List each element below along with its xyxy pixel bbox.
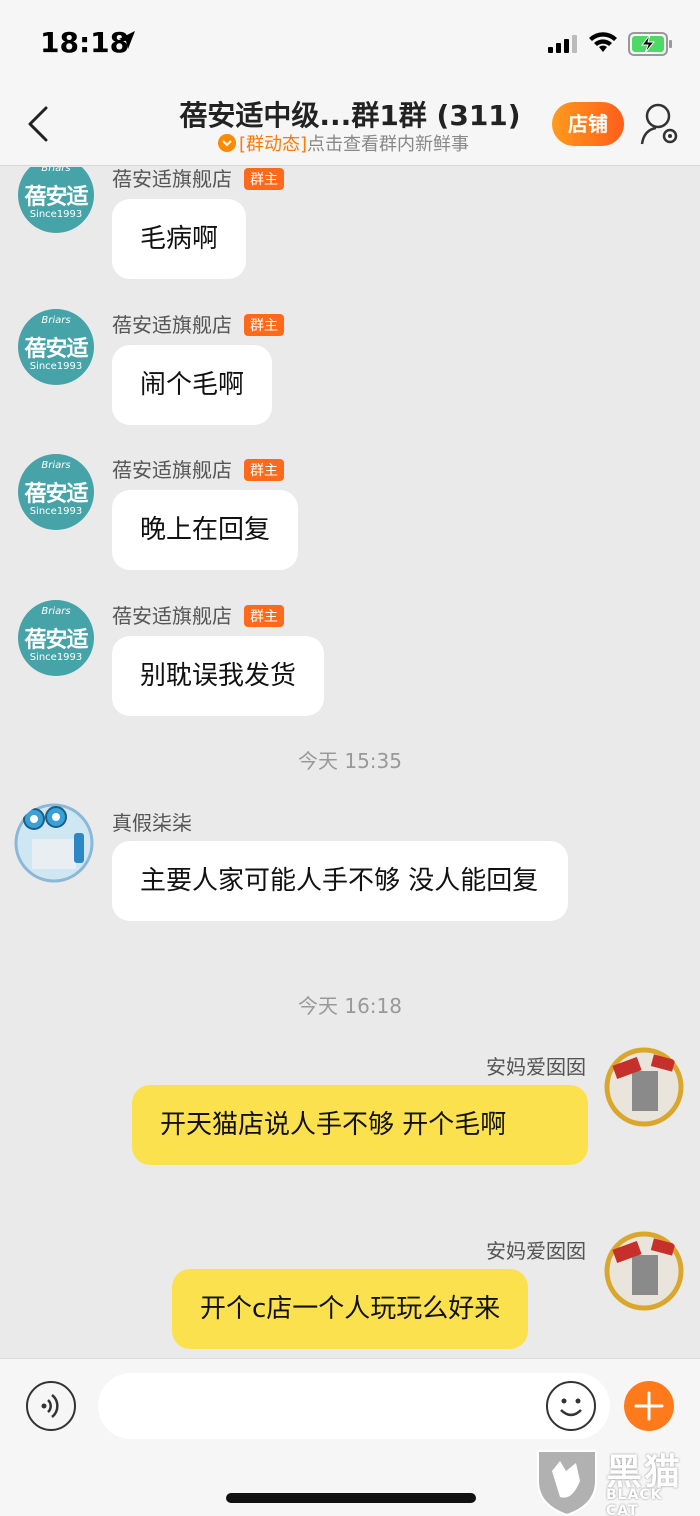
group-activity-tag: [群动态]	[239, 134, 308, 155]
black-cat-logo-icon	[537, 1450, 597, 1516]
group-activity-text: 点击查看群内新鲜事	[307, 134, 470, 155]
message-bubble[interactable]: 别耽误我发货	[112, 636, 325, 716]
avatar-since: Since1993	[29, 209, 83, 220]
home-indicator	[226, 1493, 476, 1503]
sender-label: 蓓安适旗舰店	[112, 313, 232, 337]
avatar-brand: 蓓安适	[24, 627, 88, 653]
input-bar: 黑猫 BLACK CAT	[0, 1358, 700, 1516]
smiley-icon	[560, 1398, 582, 1417]
store-avatar[interactable]: Briars 蓓安适 Since1993	[18, 167, 94, 233]
store-button[interactable]: 店铺	[552, 102, 624, 146]
group-settings-icon[interactable]	[640, 102, 680, 146]
sender-name: 蓓安适旗舰店 群主	[112, 454, 284, 483]
user-avatar[interactable]	[14, 803, 94, 883]
message-bubble[interactable]: 毛病啊	[112, 199, 247, 279]
message-bubble[interactable]: 主要人家可能人手不够 没人能回复	[112, 841, 568, 921]
sender-name: 蓓安适旗舰店 群主	[112, 167, 284, 192]
cellular-signal-icon	[548, 35, 577, 53]
my-avatar[interactable]	[604, 1047, 684, 1127]
battery-charging-icon	[628, 32, 672, 56]
message-bubble[interactable]: 闹个毛啊	[112, 345, 273, 425]
back-chevron-icon[interactable]	[22, 104, 54, 144]
timestamp: 今天 15:35	[298, 749, 402, 773]
sender-name: 蓓安适旗舰店 群主	[112, 600, 284, 629]
sender-label: 蓓安适旗舰店	[112, 604, 232, 628]
avatar-brand-en: Briars	[41, 167, 71, 174]
sender-name: 蓓安适旗舰店 群主	[112, 309, 284, 338]
sender-name: 安妈爱囡囡	[486, 1055, 586, 1079]
avatar-brand: 蓓安适	[24, 481, 88, 507]
owner-badge: 群主	[244, 168, 284, 190]
emoji-button[interactable]	[546, 1381, 596, 1431]
my-avatar[interactable]	[604, 1231, 684, 1311]
owner-badge: 群主	[244, 605, 284, 627]
my-message-bubble[interactable]: 开天猫店说人手不够 开个毛啊	[132, 1085, 588, 1165]
chat-area[interactable]: Briars 蓓安适 Since1993 蓓安适旗舰店 群主 毛病啊 Briars…	[0, 167, 700, 1357]
chevron-down-icon	[218, 134, 236, 152]
more-actions-button[interactable]	[624, 1381, 674, 1431]
my-message-bubble[interactable]: 开个c店一个人玩玩么好来	[172, 1269, 529, 1349]
voice-input-button[interactable]	[26, 1381, 76, 1431]
avatar-brand-en: Briars	[41, 606, 71, 617]
sender-name: 真假柒柒	[112, 811, 192, 835]
voice-icon	[41, 1394, 59, 1418]
store-avatar[interactable]: Briars 蓓安适 Since1993	[18, 454, 94, 530]
sender-name: 安妈爱囡囡	[486, 1239, 586, 1263]
avatar-brand: 蓓安适	[24, 184, 88, 210]
avatar-brand-en: Briars	[41, 315, 71, 326]
status-time: 18:18	[40, 26, 130, 59]
wifi-icon	[589, 32, 617, 52]
status-bar: 18:18	[0, 0, 700, 86]
store-avatar[interactable]: Briars 蓓安适 Since1993	[18, 600, 94, 676]
owner-badge: 群主	[244, 459, 284, 481]
store-avatar[interactable]: Briars 蓓安适 Since1993	[18, 309, 94, 385]
avatar-brand-en: Briars	[41, 460, 71, 471]
group-activity-link[interactable]: [群动态] 点击查看群内新鲜事	[218, 130, 469, 156]
sender-label: 蓓安适旗舰店	[112, 167, 232, 191]
black-cat-watermark: 黑猫 BLACK CAT	[532, 1441, 700, 1516]
avatar-since: Since1993	[29, 361, 83, 372]
timestamp: 今天 16:18	[298, 994, 402, 1018]
message-bubble[interactable]: 晚上在回复	[112, 490, 299, 570]
avatar-since: Since1993	[29, 506, 83, 517]
group-title[interactable]: 蓓安适中级...群1群 (311)	[90, 94, 610, 134]
avatar-brand: 蓓安适	[24, 336, 88, 362]
location-arrow-icon	[119, 31, 135, 49]
owner-badge: 群主	[244, 314, 284, 336]
sender-label: 蓓安适旗舰店	[112, 458, 232, 482]
avatar-since: Since1993	[29, 652, 83, 663]
plus-icon	[634, 1391, 664, 1421]
nav-bar: 蓓安适中级...群1群 (311) [群动态] 点击查看群内新鲜事 店铺	[0, 86, 700, 166]
watermark-sub: BLACK CAT	[606, 1487, 663, 1516]
message-input[interactable]	[98, 1373, 610, 1439]
